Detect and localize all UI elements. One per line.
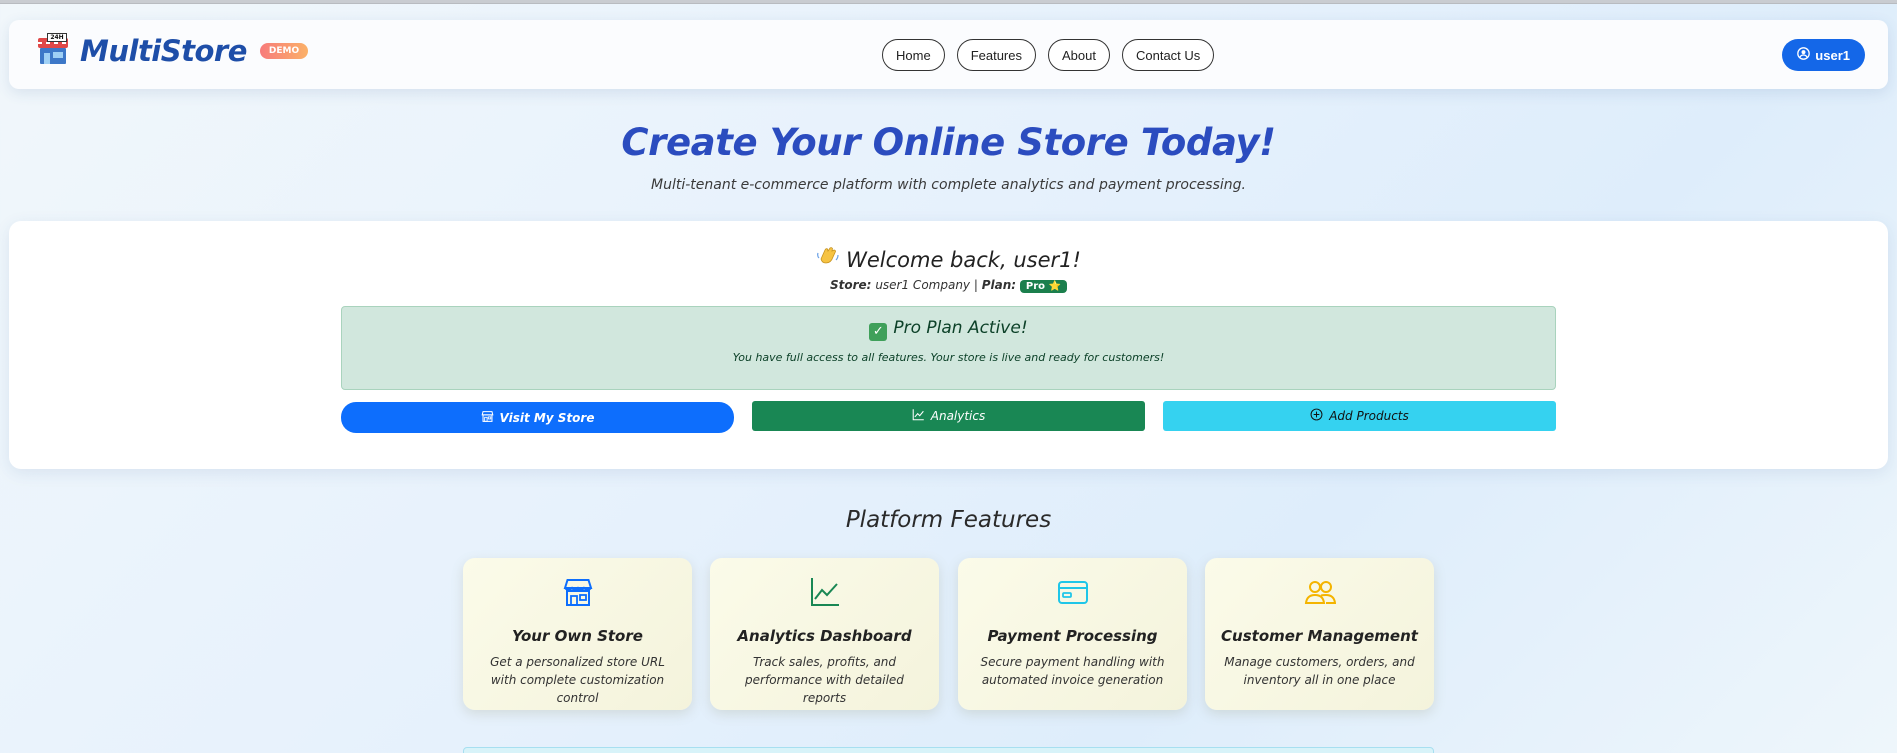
store-separator: | — [973, 278, 978, 292]
plan-alert-text: You have full access to all features. Yo… — [732, 351, 1165, 364]
store-info-line: Store: user1 Company | Plan: Pro ⭐ — [9, 278, 1888, 293]
welcome-text: Welcome back, user1! — [846, 248, 1081, 272]
waving-hand-icon — [816, 245, 840, 272]
feature-desc: Secure payment handling with automated i… — [980, 655, 1165, 687]
brand-link[interactable]: 24H MultiStore DEMO — [37, 33, 309, 68]
feature-card-payments: Payment Processing Secure payment handli… — [958, 558, 1187, 710]
store-label: Store: — [830, 278, 872, 292]
analytics-button[interactable]: Analytics — [752, 401, 1145, 431]
plan-badge: Pro ⭐ — [1019, 280, 1067, 293]
welcome-card: Welcome back, user1! Store: user1 Compan… — [9, 221, 1888, 469]
demo-badge: DEMO — [259, 43, 309, 59]
plan-label: Plan: — [981, 278, 1017, 292]
credit-card-icon — [958, 576, 1187, 608]
add-products-button[interactable]: Add Products — [1163, 401, 1556, 431]
feature-card-analytics: Analytics Dashboard Track sales, profits… — [710, 558, 939, 710]
nav-about[interactable]: About — [1048, 39, 1110, 71]
user-name: user1 — [1815, 47, 1850, 63]
feature-card-own-store: Your Own Store Get a personalized store … — [463, 558, 692, 710]
feature-card-customers: Customer Management Manage customers, or… — [1205, 558, 1434, 710]
feature-desc: Get a personalized store URL with comple… — [490, 655, 665, 705]
shop-icon — [463, 576, 692, 608]
plan-alert-title: ✓ Pro Plan Active! — [342, 318, 1555, 341]
plus-circle-icon — [1310, 408, 1323, 424]
feature-desc: Manage customers, orders, and inventory … — [1224, 655, 1415, 687]
nav-features[interactable]: Features — [956, 39, 1036, 71]
feature-desc: Track sales, profits, and performance wi… — [745, 655, 904, 705]
feature-title: Payment Processing — [987, 627, 1158, 645]
chart-line-icon — [710, 576, 939, 608]
nav-links: Home Features About Contact Us — [882, 39, 1215, 71]
visit-store-button[interactable]: Visit My Store — [341, 402, 734, 433]
graph-up-icon — [912, 408, 925, 424]
pro-plan-alert: ✓ Pro Plan Active! You have full access t… — [341, 306, 1556, 390]
nav-home[interactable]: Home — [882, 39, 945, 71]
browser-top-strip — [0, 0, 1897, 4]
check-mark-icon: ✓ — [869, 323, 888, 341]
hero-title: Create Your Online Store Today! — [621, 121, 1276, 164]
navbar: 24H MultiStore DEMO Home Features About … — [9, 20, 1888, 89]
features-heading: Platform Features — [845, 507, 1052, 533]
hero-subtitle: Multi-tenant e-commerce platform with co… — [651, 177, 1246, 193]
people-icon — [1205, 576, 1434, 608]
user-circle-icon — [1797, 47, 1811, 63]
brand-name: MultiStore — [80, 34, 247, 68]
feature-title: Your Own Store — [512, 627, 643, 645]
next-section-edge — [463, 747, 1434, 753]
feature-title: Customer Management — [1221, 627, 1418, 645]
shop-icon — [481, 410, 494, 426]
store-name: user1 Company — [875, 278, 971, 292]
user-menu-button[interactable]: user1 — [1782, 39, 1865, 71]
feature-title: Analytics Dashboard — [737, 627, 912, 645]
store-logo-icon: 24H — [37, 33, 71, 66]
nav-contact[interactable]: Contact Us — [1121, 39, 1215, 71]
welcome-heading: Welcome back, user1! — [9, 245, 1888, 272]
